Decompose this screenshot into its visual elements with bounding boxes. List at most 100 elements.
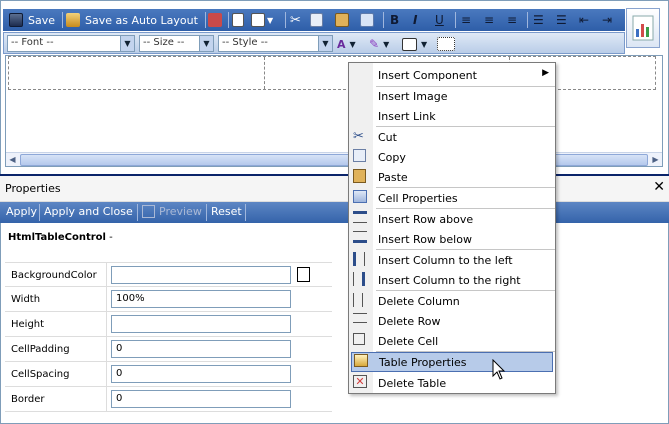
table-cell[interactable]	[9, 57, 265, 89]
color-picker-swatch[interactable]	[297, 267, 310, 282]
menu-item-cut[interactable]: ✂ Cut	[349, 127, 555, 147]
spell-check-button[interactable]	[208, 11, 222, 29]
horizontal-scrollbar[interactable]: ◀ ▶	[6, 152, 662, 166]
menu-item-insert-column-left[interactable]: Insert Column to the left	[349, 250, 555, 270]
border-input[interactable]: 0	[111, 390, 291, 408]
italic-button[interactable]: I	[413, 11, 417, 29]
unordered-list-button[interactable]: ☰	[556, 11, 567, 29]
new-document-button[interactable]	[232, 11, 244, 29]
property-label: Height	[11, 319, 45, 330]
save-auto-layout-button[interactable]: Save as Auto Layout	[66, 11, 198, 29]
apply-button[interactable]: Apply	[6, 205, 37, 218]
chart-button[interactable]	[626, 8, 660, 48]
preview-label: Preview	[159, 205, 202, 218]
underline-label: U	[435, 13, 444, 27]
copy-button[interactable]	[310, 11, 323, 29]
highlight-color-icon: ✎	[369, 37, 380, 51]
insert-table-button[interactable]: ▼	[402, 35, 427, 53]
width-input[interactable]: 100%	[111, 290, 291, 308]
menu-item-insert-link[interactable]: Insert Link	[349, 106, 555, 126]
cut-button[interactable]: ✂	[290, 11, 301, 29]
menu-item-paste[interactable]: Paste	[349, 167, 555, 187]
scroll-left-icon[interactable]: ◀	[6, 153, 19, 166]
background-color-input[interactable]	[111, 266, 291, 284]
bold-button[interactable]: B	[390, 11, 399, 29]
outdent-button[interactable]: ⇤	[579, 11, 589, 29]
delete-table-icon: ✕	[353, 375, 367, 388]
size-select[interactable]: -- Size -- ▼	[139, 35, 214, 52]
find-button[interactable]: ▼	[251, 11, 273, 29]
table-properties-icon	[354, 354, 368, 367]
dropdown-arrow-icon: ▼	[421, 39, 428, 49]
copy-icon	[353, 149, 366, 162]
menu-item-cell-properties[interactable]: Cell Properties	[349, 188, 555, 208]
font-color-button[interactable]: A ▼	[337, 35, 356, 53]
scroll-right-icon[interactable]: ▶	[649, 153, 662, 166]
menu-item-label: Insert Row below	[378, 233, 472, 246]
style-select[interactable]: -- Style -- ▼	[218, 35, 333, 52]
spell-check-icon	[208, 13, 222, 27]
document-icon	[232, 13, 244, 27]
menu-item-insert-row-above[interactable]: Insert Row above	[349, 209, 555, 229]
bold-label: B	[390, 13, 400, 27]
menu-item-delete-table[interactable]: ✕ Delete Table	[349, 373, 555, 393]
style-select-value: -- Style --	[222, 37, 268, 48]
cell-spacing-input[interactable]: 0	[111, 365, 291, 383]
menu-item-label: Insert Component	[378, 69, 477, 82]
menu-item-label: Cell Properties	[378, 192, 458, 205]
properties-title: Properties	[5, 182, 61, 195]
menu-item-label: Cut	[378, 131, 397, 144]
control-suffix: -	[105, 232, 113, 243]
cell-padding-input[interactable]: 0	[111, 340, 291, 358]
property-row: Height	[5, 312, 332, 337]
close-icon[interactable]: ✕	[653, 179, 665, 195]
submenu-arrow-icon: ▶	[542, 68, 549, 78]
menu-item-insert-image[interactable]: Insert Image	[349, 86, 555, 106]
dropdown-arrow-icon: ▼	[349, 39, 356, 49]
font-select-value: -- Font --	[11, 37, 54, 48]
context-menu: Insert Component ▶ Insert Image Insert L…	[348, 62, 556, 394]
menu-item-insert-component[interactable]: Insert Component ▶	[349, 65, 555, 85]
format-button[interactable]	[360, 11, 374, 29]
menu-item-copy[interactable]: Copy	[349, 147, 555, 167]
menu-item-delete-cell[interactable]: Delete Cell	[349, 331, 555, 351]
design-surface[interactable]: ◀ ▶	[5, 55, 663, 167]
chevron-down-icon: ▼	[199, 36, 213, 51]
insert-row-above-icon	[353, 211, 367, 223]
save-button[interactable]: Save	[9, 11, 55, 29]
property-label: Border	[11, 394, 45, 405]
preview-icon	[142, 205, 155, 218]
properties-header: Properties ✕	[0, 174, 669, 202]
menu-item-delete-column[interactable]: Delete Column	[349, 291, 555, 311]
chart-icon	[632, 15, 654, 41]
align-left-button[interactable]: ≡	[461, 11, 471, 29]
apply-close-button[interactable]: Apply and Close	[44, 205, 133, 218]
font-select[interactable]: -- Font -- ▼	[7, 35, 135, 52]
menu-item-label: Delete Column	[378, 295, 460, 308]
ordered-list-button[interactable]: ☰	[533, 11, 544, 29]
toolbar-row-2: -- Font -- ▼ -- Size -- ▼ -- Style -- ▼ A ▼ …	[3, 32, 625, 54]
indent-button[interactable]: ⇥	[602, 11, 612, 29]
menu-item-insert-row-below[interactable]: Insert Row below	[349, 229, 555, 249]
property-label: Width	[11, 294, 41, 305]
menu-item-delete-row[interactable]: Delete Row	[349, 311, 555, 331]
align-right-button[interactable]: ≡	[507, 11, 517, 29]
align-center-button[interactable]: ≡	[484, 11, 494, 29]
toolbar-row-1: Save Save as Auto Layout ▼ ✂ B I U ≡ ≡ ≡…	[3, 9, 625, 31]
highlight-color-button[interactable]: ✎ ▼	[369, 35, 389, 53]
properties-toolbar: Apply Apply and Close Preview Reset	[0, 202, 669, 223]
underline-button[interactable]: U	[435, 11, 444, 29]
menu-item-insert-column-right[interactable]: Insert Column to the right	[349, 270, 555, 290]
auto-layout-icon	[66, 13, 80, 27]
save-label: Save	[28, 13, 56, 27]
show-borders-button[interactable]	[437, 35, 455, 53]
menu-item-label: Insert Column to the right	[378, 274, 521, 287]
property-label: CellPadding	[11, 344, 70, 355]
reset-button[interactable]: Reset	[211, 205, 242, 218]
height-input[interactable]	[111, 315, 291, 333]
design-table[interactable]	[8, 56, 656, 90]
insert-column-left-icon	[353, 252, 365, 266]
preview-button[interactable]: Preview	[142, 205, 202, 218]
menu-item-table-properties[interactable]: Table Properties	[351, 352, 553, 372]
paste-button[interactable]	[335, 11, 349, 29]
